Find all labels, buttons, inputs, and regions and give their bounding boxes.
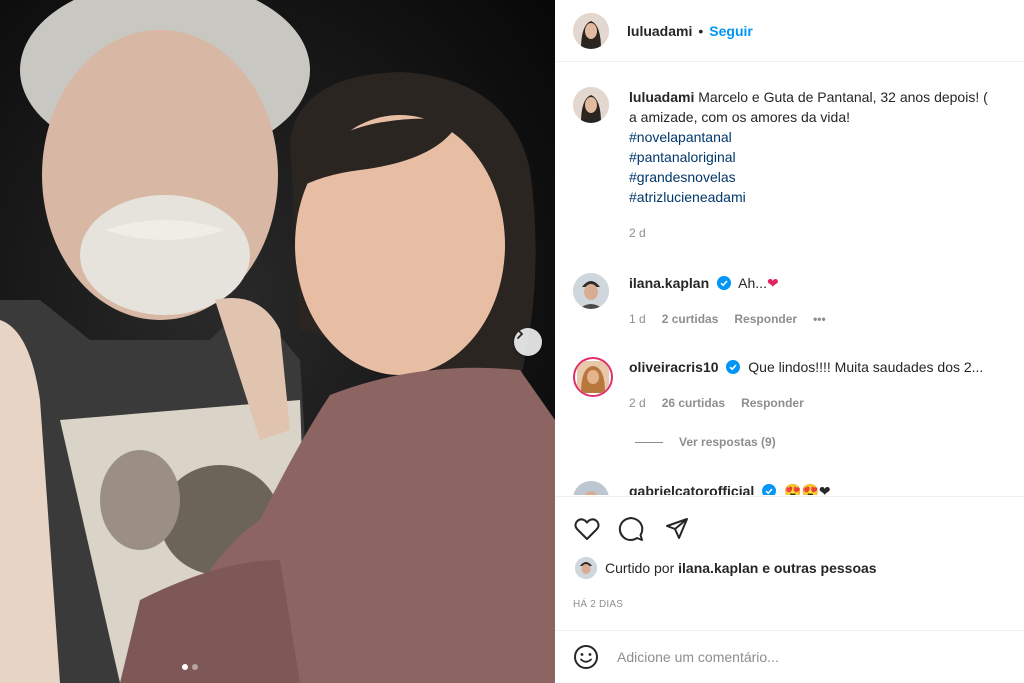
carousel-dot bbox=[182, 664, 188, 670]
share-icon bbox=[666, 518, 688, 539]
comment-item: oliveiracris10 Que lindos!!!! Muita saud… bbox=[573, 357, 1019, 413]
chevron-right-icon bbox=[517, 329, 524, 339]
comment-username[interactable]: oliveiracris10 bbox=[629, 359, 719, 375]
avatar[interactable] bbox=[573, 357, 613, 397]
caption-line-1: Marcelo e Guta de Pantanal, 32 anos depo… bbox=[698, 89, 988, 105]
avatar[interactable] bbox=[575, 557, 597, 579]
share-button[interactable] bbox=[663, 515, 691, 543]
caption: luluadami Marcelo e Guta de Pantanal, 32… bbox=[573, 87, 1019, 243]
comment-likes[interactable]: 26 curtidas bbox=[662, 393, 725, 413]
caption-body: luluadami Marcelo e Guta de Pantanal, 32… bbox=[629, 87, 1019, 243]
post-actions: Curtido por ilana.kaplan e outras pessoa… bbox=[555, 496, 1024, 626]
next-photo-button[interactable] bbox=[514, 328, 542, 356]
comment-button[interactable] bbox=[617, 515, 645, 543]
follow-button[interactable]: Seguir bbox=[709, 23, 753, 39]
comment-time[interactable]: 1 d bbox=[629, 309, 646, 329]
avatar[interactable] bbox=[573, 12, 609, 49]
comment-username[interactable]: ilana.kaplan bbox=[629, 275, 709, 291]
hashtag-link[interactable]: #grandesnovelas bbox=[629, 167, 1019, 187]
liked-by-suffix[interactable]: e outras pessoas bbox=[762, 560, 876, 576]
comment-item: ilana.kaplan Ah...❤ 1 d 2 curtidas Respo… bbox=[573, 273, 1019, 329]
comment-text: Que lindos!!!! Muita saudades dos 2... bbox=[748, 359, 984, 375]
replies-line bbox=[635, 441, 663, 443]
comments-section[interactable]: luluadami Marcelo e Guta de Pantanal, 32… bbox=[555, 63, 1024, 495]
comment-username[interactable]: gabrielcatorofficial bbox=[629, 483, 754, 495]
emoji-icon[interactable] bbox=[573, 644, 599, 670]
view-replies-label: Ver respostas (9) bbox=[679, 435, 776, 449]
hashtag-link[interactable]: #pantanaloriginal bbox=[629, 147, 1019, 167]
liked-by-prefix: Curtido por bbox=[605, 560, 675, 576]
comment-time[interactable]: 2 d bbox=[629, 393, 646, 413]
hashtag-link[interactable]: #atrizlucieneadami bbox=[629, 187, 1019, 207]
caption-line-2: a amizade, com os amores da vida! bbox=[629, 109, 850, 125]
reply-button[interactable]: Responder bbox=[734, 309, 797, 329]
like-button[interactable] bbox=[573, 515, 601, 543]
reply-button[interactable]: Responder bbox=[741, 393, 804, 413]
liked-by-user[interactable]: ilana.kaplan bbox=[678, 560, 758, 576]
post-timestamp[interactable]: HÁ 2 DIAS bbox=[573, 599, 623, 610]
avatar[interactable] bbox=[573, 273, 609, 309]
liked-by: Curtido por ilana.kaplan e outras pessoa… bbox=[575, 557, 877, 579]
post-sidebar: luluadami • Seguir luluadami Marcelo e G… bbox=[555, 0, 1024, 683]
caption-time[interactable]: 2 d bbox=[629, 223, 646, 243]
post-header: luluadami • Seguir bbox=[555, 0, 1024, 62]
verified-badge-icon bbox=[726, 360, 741, 374]
carousel-dot bbox=[192, 664, 198, 670]
caption-username[interactable]: luluadami bbox=[629, 89, 694, 105]
verified-badge-icon bbox=[717, 276, 732, 290]
heart-icon bbox=[574, 518, 600, 540]
heart-emoji: ❤ bbox=[766, 275, 779, 291]
post-photo bbox=[0, 0, 555, 683]
separator-dot: • bbox=[698, 22, 704, 39]
carousel-dots bbox=[182, 664, 198, 670]
view-replies-button[interactable]: Ver respostas (9) bbox=[635, 435, 776, 449]
comment-icon bbox=[618, 517, 644, 542]
comment-input[interactable] bbox=[617, 649, 997, 665]
photo-illustration bbox=[0, 0, 555, 683]
add-comment-bar bbox=[555, 630, 1024, 683]
avatar[interactable] bbox=[573, 481, 609, 495]
comment-likes[interactable]: 2 curtidas bbox=[662, 309, 719, 329]
verified-badge-icon bbox=[762, 484, 777, 495]
comment-text: 😍😍❤ bbox=[784, 483, 831, 495]
comment-body: gabrielcatorofficial 😍😍❤ bbox=[629, 481, 1019, 495]
author-username[interactable]: luluadami bbox=[627, 23, 692, 39]
avatar[interactable] bbox=[573, 87, 609, 123]
comment-body: oliveiracris10 Que lindos!!!! Muita saud… bbox=[629, 357, 1019, 413]
comment-options-button[interactable]: ••• bbox=[813, 309, 826, 329]
comment-body: ilana.kaplan Ah...❤ 1 d 2 curtidas Respo… bbox=[629, 273, 1019, 329]
comment-item: gabrielcatorofficial 😍😍❤ bbox=[573, 481, 1019, 495]
comment-text: Ah... bbox=[738, 275, 767, 291]
hashtag-link[interactable]: #novelapantanal bbox=[629, 127, 1019, 147]
